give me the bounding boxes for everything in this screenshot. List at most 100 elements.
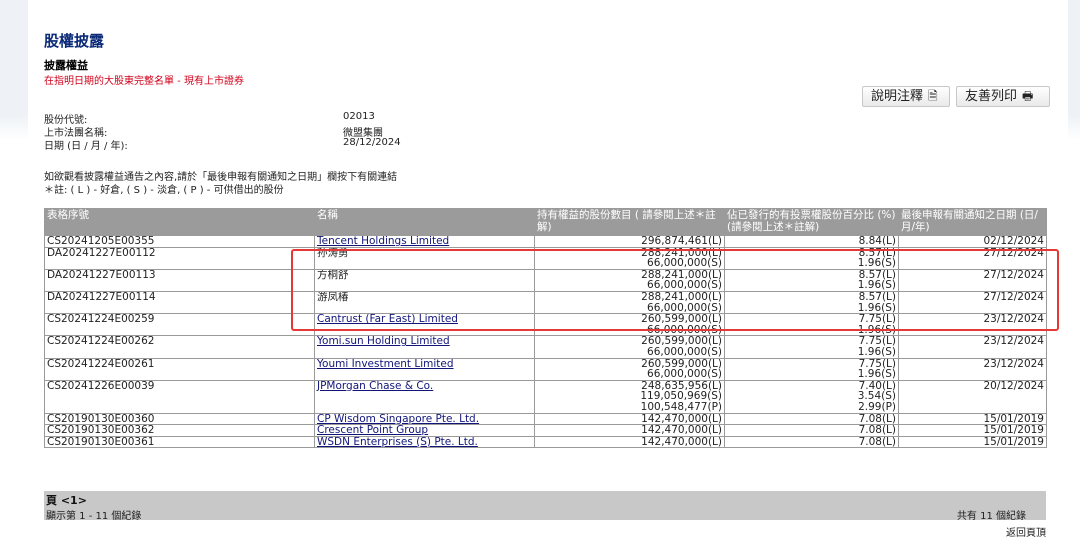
- stock-code-value: 02013: [343, 111, 375, 122]
- shares-cell: 142,470,000(L): [534, 412, 725, 426]
- shareholders-table: 表格序號 名稱 持有權益的股份數目 ( 請參閱上述＊註解) 佔已發行的有投票權股…: [44, 208, 1047, 449]
- holder-name-cell: 游凤椿: [314, 290, 535, 315]
- percentage-value: 7.08(L): [858, 436, 896, 448]
- percentage-cell: 7.08(L): [724, 424, 899, 437]
- header-serial: 表格序號: [44, 208, 315, 236]
- holder-name-cell[interactable]: Yomi.sun Holding Limited: [314, 335, 535, 359]
- shares-value: 66,000,000(S): [647, 345, 722, 358]
- shares-value: 296,874,461(L): [641, 235, 722, 247]
- section-subtitle: 披露權益: [44, 59, 88, 72]
- percentage-value: 1.96(S): [857, 301, 896, 314]
- shares-value: 66,000,000(S): [647, 279, 722, 292]
- holder-name-cell: 孙涛勇: [314, 246, 535, 270]
- shares-cell: 142,470,000(L): [534, 435, 725, 449]
- notice-date-cell[interactable]: 23/12/2024: [898, 335, 1047, 359]
- holder-name-cell: 方桐舒: [314, 268, 535, 292]
- header-percentage: 佔已發行的有投票權股份百分比 (%) (請參閱上述＊註解): [724, 208, 899, 236]
- print-button[interactable]: 友善列印 🖶: [956, 86, 1050, 107]
- percentage-value: 8.57(L): [858, 291, 896, 303]
- shares-cell: 142,470,000(L): [534, 424, 725, 437]
- page-title: 股權披露: [44, 32, 105, 50]
- header-date: 最後申報有關通知之日期 (日/月/年): [898, 208, 1047, 236]
- percentage-cell: 8.57(L) 1.96(S): [724, 246, 899, 270]
- shares-cell: 288,241,000(L) 66,000,000(S): [534, 268, 725, 292]
- holder-name-cell[interactable]: Tencent Holdings Limited: [314, 235, 535, 248]
- notice-date-cell[interactable]: 27/12/2024: [898, 268, 1047, 292]
- records-total: 共有 11 個紀錄: [956, 511, 1026, 522]
- back-to-top-link[interactable]: 返回頁頂: [1006, 524, 1046, 539]
- shares-value: 142,470,000(L): [641, 413, 722, 425]
- shares-cell: 296,874,461(L): [534, 235, 725, 248]
- percentage-cell: 8.57(L) 1.96(S): [724, 290, 899, 315]
- table-row: DA20241227E00112 孙涛勇 288,241,000(L) 66,000,…: [44, 246, 1047, 270]
- pagination[interactable]: 頁 <1>: [46, 492, 87, 508]
- notice-date-cell[interactable]: 23/12/2024: [898, 313, 1047, 337]
- serial-cell: DA20241227E00113: [44, 268, 315, 292]
- notice-date-cell[interactable]: 15/01/2019: [898, 435, 1047, 449]
- notice-date-cell[interactable]: 20/12/2024: [898, 379, 1047, 414]
- notice-date-cell[interactable]: 27/12/2024: [898, 246, 1047, 270]
- shares-value: 100,548,477(P): [640, 400, 722, 413]
- percentage-cell: 7.75(L) 1.96(S): [724, 357, 899, 381]
- table-footer: 頁 <1> 顯示第 1 - 11 個紀錄 共有 11 個紀錄: [44, 491, 1046, 522]
- serial-cell: DA20241227E00112: [44, 246, 315, 270]
- serial-cell: CS20190130E00361: [44, 435, 315, 449]
- notice-date-cell[interactable]: 15/01/2019: [898, 412, 1047, 426]
- shares-value: 66,000,000(S): [647, 323, 722, 336]
- shares-value: 142,470,000(L): [641, 424, 722, 437]
- holder-name-cell[interactable]: Crescent Point Group: [314, 424, 535, 437]
- shares-cell: 288,241,000(L) 66,000,000(S): [534, 290, 725, 315]
- serial-cell: CS20190130E00362: [44, 424, 315, 437]
- records-showing: 顯示第 1 - 11 個紀錄: [46, 511, 142, 522]
- shares-cell: 288,241,000(L) 66,000,000(S): [534, 246, 725, 270]
- notice-date-cell[interactable]: 23/12/2024: [898, 357, 1047, 381]
- serial-cell: CS20241224E00261: [44, 357, 315, 381]
- percentage-value: 7.08(L): [858, 424, 896, 437]
- table-row: CS20241224E00261 Youmi Investment Limited…: [44, 357, 1047, 381]
- percentage-value: 8.84(L): [858, 235, 896, 247]
- table-row: CS20190130E00362 Crescent Point Group 142,…: [44, 424, 1047, 437]
- percentage-cell: 8.57(L) 1.96(S): [724, 268, 899, 292]
- printer-icon: 🖶: [1022, 89, 1034, 103]
- percentage-cell: 7.75(L) 1.96(S): [724, 335, 899, 359]
- table-row: DA20241227E00113 方桐舒 288,241,000(L) 66,000,…: [44, 268, 1047, 292]
- holder-name-cell[interactable]: WSDN Enterprises (S) Pte. Ltd.: [314, 435, 535, 449]
- print-button-label: 友善列印: [965, 89, 1018, 104]
- percentage-value: 1.96(S): [857, 368, 896, 381]
- document-icon: 🗎: [928, 89, 938, 103]
- holder-name-cell[interactable]: JPMorgan Chase & Co.: [314, 379, 535, 414]
- notes-button-label: 說明注釋: [871, 89, 924, 104]
- header-name: 名稱: [314, 208, 535, 236]
- percentage-cell: 7.08(L): [724, 435, 899, 449]
- notice-date-cell[interactable]: 02/12/2024: [898, 235, 1047, 248]
- notes-button[interactable]: 說明注釋 🗎: [862, 86, 950, 107]
- holder-name-cell[interactable]: Youmi Investment Limited: [314, 357, 535, 381]
- table-row: DA20241227E00114 游凤椿 288,241,000(L) 66,000,…: [44, 290, 1047, 315]
- table-row: CS20241224E00259 Cantrust (Far East) Limi…: [44, 313, 1047, 337]
- table-body: CS20241205E00355 Tencent Holdings Limited…: [44, 235, 1047, 449]
- percentage-cell: 7.40(L) 3.54(S) 2.99(P): [724, 379, 899, 414]
- notice-date-cell[interactable]: 27/12/2024: [898, 290, 1047, 315]
- serial-cell: DA20241227E00114: [44, 290, 315, 315]
- percentage-value: 1.96(S): [857, 257, 896, 270]
- percentage-value: 1.96(S): [857, 279, 896, 292]
- shares-cell: 260,599,000(L) 66,000,000(S): [534, 313, 725, 337]
- disclosure-panel: 股權披露 披露權益 在指明日期的大股東完整名單 - 現有上市證券 說明注釋 🗎 友…: [28, 0, 1068, 543]
- percentage-cell: 8.84(L): [724, 235, 899, 248]
- table-row: CS20241205E00355 Tencent Holdings Limited…: [44, 235, 1047, 248]
- shares-value: 66,000,000(S): [647, 301, 722, 314]
- holder-name-cell[interactable]: Cantrust (Far East) Limited: [314, 313, 535, 337]
- date-value: 28/12/2024: [343, 137, 401, 148]
- serial-cell: CS20190130E00360: [44, 412, 315, 426]
- table-header-row: 表格序號 名稱 持有權益的股份數目 ( 請參閱上述＊註解) 佔已發行的有投票權股…: [44, 208, 1047, 236]
- table-row: CS20190130E00361 WSDN Enterprises (S) Pte…: [44, 435, 1047, 449]
- percentage-cell: 7.75(L) 1.96(S): [724, 313, 899, 337]
- shares-value: 288,241,000(L): [641, 291, 722, 303]
- holder-name-cell[interactable]: CP Wisdom Singapore Pte. Ltd.: [314, 412, 535, 426]
- notice-date-cell[interactable]: 15/01/2019: [898, 424, 1047, 437]
- serial-cell: CS20241205E00355: [44, 235, 315, 248]
- section-description: 在指明日期的大股東完整名單 - 現有上市證券: [44, 76, 244, 87]
- date-label: 日期 (日 / 月 / 年):: [44, 141, 128, 152]
- shares-cell: 248,635,956(L) 119,050,969(S) 100,548,477(…: [534, 379, 725, 414]
- percentage-cell: 7.08(L): [724, 412, 899, 426]
